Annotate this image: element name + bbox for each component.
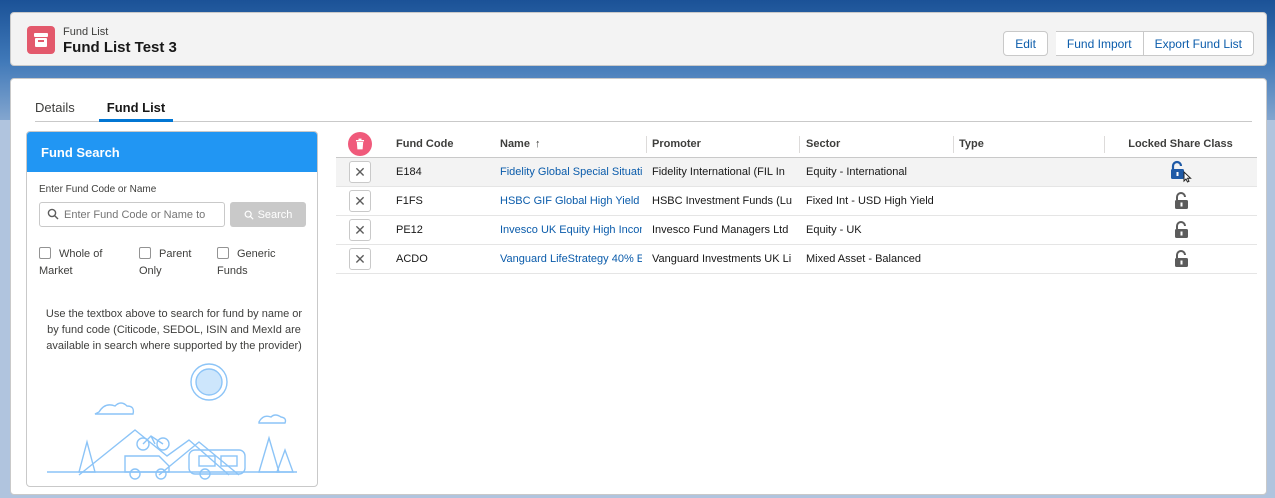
edit-button[interactable]: Edit [1003,31,1048,56]
record-header: Fund List Fund List Test 3 Edit Fund Imp… [10,12,1267,66]
remove-row-button[interactable]: ✕ [349,190,371,212]
type-cell [959,245,1099,273]
main-card: Details Fund List Fund Search Enter Fund… [10,78,1267,495]
close-icon: ✕ [354,192,366,209]
unlock-icon [1174,221,1188,238]
search-icon [244,210,254,220]
remove-row-button[interactable]: ✕ [349,248,371,270]
fund-name-link[interactable]: HSBC GIF Global High Yield Bc [500,187,642,215]
sector-cell: Mixed Asset - Balanced [806,253,921,265]
col-promoter[interactable]: Promoter [652,131,792,157]
fund-code-cell: F1FS [396,195,423,207]
export-fund-list-button[interactable]: Export Fund List [1143,31,1254,56]
search-icon [47,208,59,220]
table-row: ✕ PE12 Invesco UK Equity High Incom Inve… [336,216,1257,245]
fund-search-title: Fund Search [27,132,317,172]
lock-toggle[interactable] [1104,245,1257,273]
column-divider [646,136,647,153]
col-name-label: Name [500,138,530,150]
promoter-cell: Invesco Fund Managers Ltd [652,224,789,236]
fund-search-panel: Fund Search Enter Fund Code or Name Sear… [26,131,318,487]
lock-toggle[interactable] [1104,187,1257,215]
remove-row-button[interactable]: ✕ [349,219,371,241]
lock-toggle[interactable] [1104,158,1257,186]
fund-list-object-icon [27,26,55,54]
column-divider [799,136,800,153]
tab-fund-list[interactable]: Fund List [98,94,174,122]
record-title: Fund List Test 3 [63,39,177,56]
col-sector[interactable]: Sector [806,131,956,157]
tab-details[interactable]: Details [35,94,75,122]
fund-name-link[interactable]: Invesco UK Equity High Incom [500,216,642,244]
col-locked-share-class[interactable]: Locked Share Class [1104,131,1257,157]
fund-name-link[interactable]: Vanguard LifeStrategy 40% Eq [500,245,642,273]
camping-illustration [47,363,297,480]
generic-funds-checkbox[interactable]: Generic Funds [217,246,276,280]
search-button[interactable]: Search [230,202,306,227]
promoter-cell: Vanguard Investments UK Li... [652,253,792,265]
type-cell [959,158,1099,186]
unlock-icon [1174,250,1188,267]
unlock-icon [1174,192,1188,209]
object-type-label: Fund List [63,26,109,38]
tab-bar: Details Fund List [35,94,1252,122]
fund-import-button[interactable]: Fund Import [1055,31,1144,56]
arrow-up-icon: ↑ [534,138,541,150]
fund-search-input[interactable] [39,202,225,227]
table-row: ✕ ACDO Vanguard LifeStrategy 40% Eq Vang… [336,245,1257,274]
close-icon: ✕ [354,221,366,238]
sector-cell: Equity - International [806,166,907,178]
search-field-label: Enter Fund Code or Name [39,184,157,195]
delete-all-button[interactable] [348,132,372,156]
close-icon: ✕ [354,163,366,180]
unlock-icon [1170,160,1192,183]
promoter-cell: HSBC Investment Funds (Lu... [652,195,792,207]
trash-icon [356,138,364,150]
checkbox-box[interactable] [139,247,151,259]
lock-toggle[interactable] [1104,216,1257,244]
checkbox-box[interactable] [217,247,229,259]
col-fund-code[interactable]: Fund Code [396,131,496,157]
whole-of-market-checkbox[interactable]: Whole of Market [39,246,102,280]
promoter-cell: Fidelity International (FIL In [652,166,785,178]
search-button-label: Search [257,208,293,221]
column-divider [953,136,954,153]
search-help-text: Use the textbox above to search for fund… [45,308,303,352]
sector-cell: Fixed Int - USD High Yield [806,195,934,207]
type-cell [959,216,1099,244]
sector-cell: Equity - UK [806,224,862,236]
fund-code-cell: PE12 [396,224,423,236]
fund-code-cell: ACDO [396,253,428,265]
parent-only-checkbox[interactable]: Parent Only [139,246,191,280]
fund-code-cell: E184 [396,166,422,178]
close-icon: ✕ [354,250,366,267]
fund-table: Fund Code Name ↑ Promoter Sector Type Lo… [336,131,1257,274]
table-header-row: Fund Code Name ↑ Promoter Sector Type Lo… [336,131,1257,158]
col-type[interactable]: Type [959,131,1099,157]
remove-row-button[interactable]: ✕ [349,161,371,183]
fund-name-link[interactable]: Fidelity Global Special Situatio [500,158,642,186]
filter-checkboxes: Whole of Market Parent Only Generic Fund… [39,246,309,282]
type-cell [959,187,1099,215]
delete-all-cell [336,131,384,157]
table-row: ✕ E184 Fidelity Global Special Situatio … [336,158,1257,187]
header-actions: Edit Fund Import Export Fund List [1003,31,1254,56]
checkbox-box[interactable] [39,247,51,259]
col-name[interactable]: Name ↑ [500,131,642,157]
table-row: ✕ F1FS HSBC GIF Global High Yield Bc HSB… [336,187,1257,216]
